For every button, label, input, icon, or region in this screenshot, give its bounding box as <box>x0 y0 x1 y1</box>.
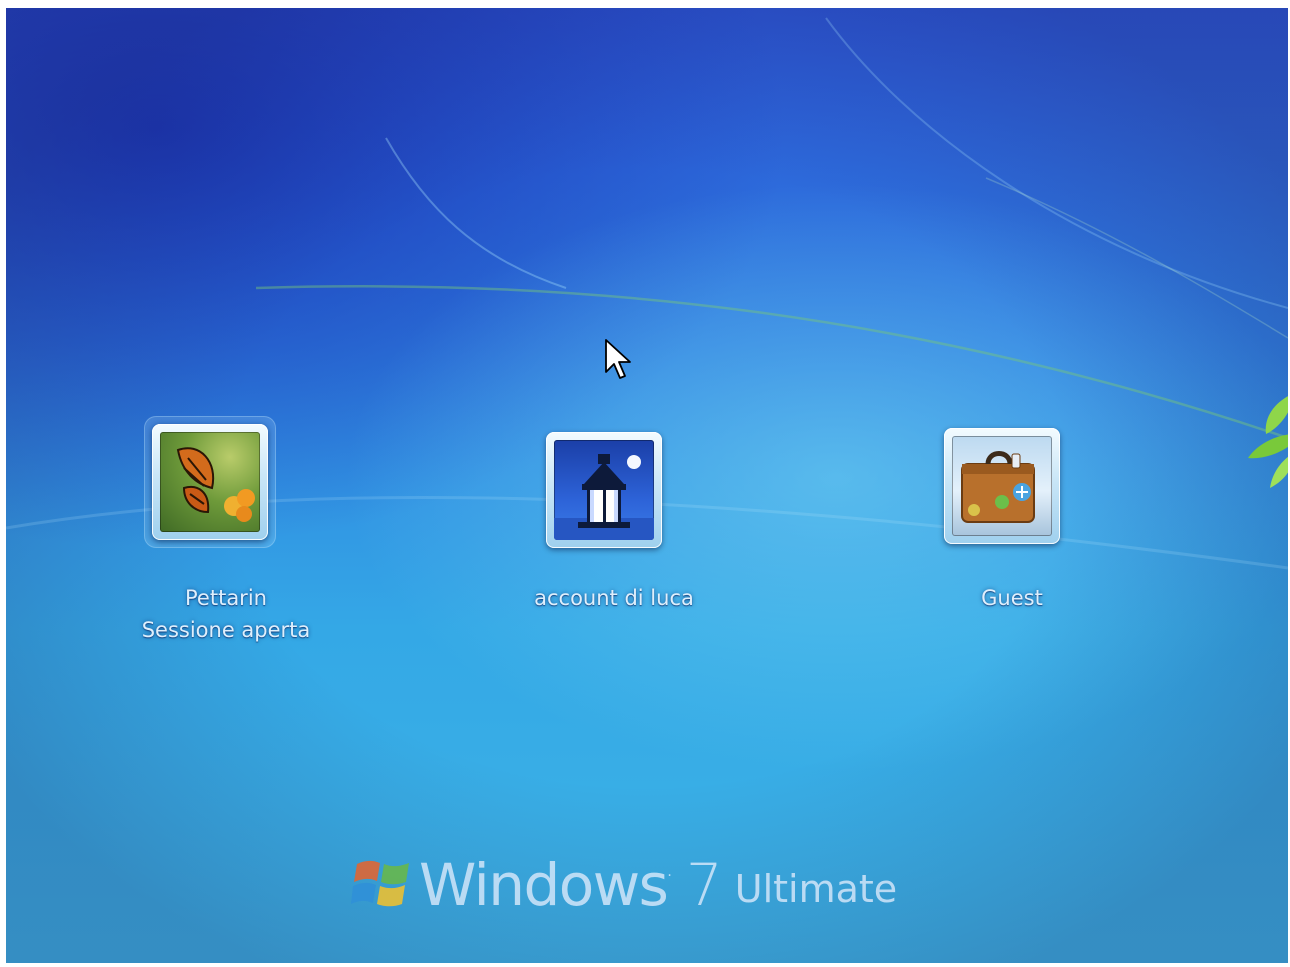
account-tile-guest[interactable] <box>937 421 1067 551</box>
account-tile-luca[interactable] <box>539 425 669 555</box>
butterfly-picture <box>160 432 260 532</box>
suitcase-picture <box>952 436 1052 536</box>
product-edition: Ultimate <box>734 867 898 911</box>
account-label-pettarin[interactable]: Pettarin Sessione aperta <box>96 582 356 646</box>
account-status: Sessione aperta <box>141 618 311 642</box>
arrow-pointer-icon <box>605 339 631 379</box>
product-name: Windows <box>419 851 669 919</box>
account-name: account di luca <box>534 586 694 610</box>
account-name: Pettarin <box>185 586 267 610</box>
windows-flag-logo <box>351 860 409 907</box>
windows-branding: Windows · 7 Ultimate <box>351 846 897 916</box>
product-version: 7 <box>685 851 723 919</box>
logon-screen: Pettarin Sessione aperta account di luca… <box>6 8 1288 963</box>
account-label-guest[interactable]: Guest <box>882 582 1142 614</box>
wallpaper-leaf <box>1248 396 1288 488</box>
account-name: Guest <box>981 586 1043 610</box>
lighthouse-picture <box>554 440 654 540</box>
account-tile-pettarin[interactable] <box>144 416 276 548</box>
account-label-luca[interactable]: account di luca <box>484 582 744 614</box>
trademark-symbol: · <box>667 868 672 884</box>
